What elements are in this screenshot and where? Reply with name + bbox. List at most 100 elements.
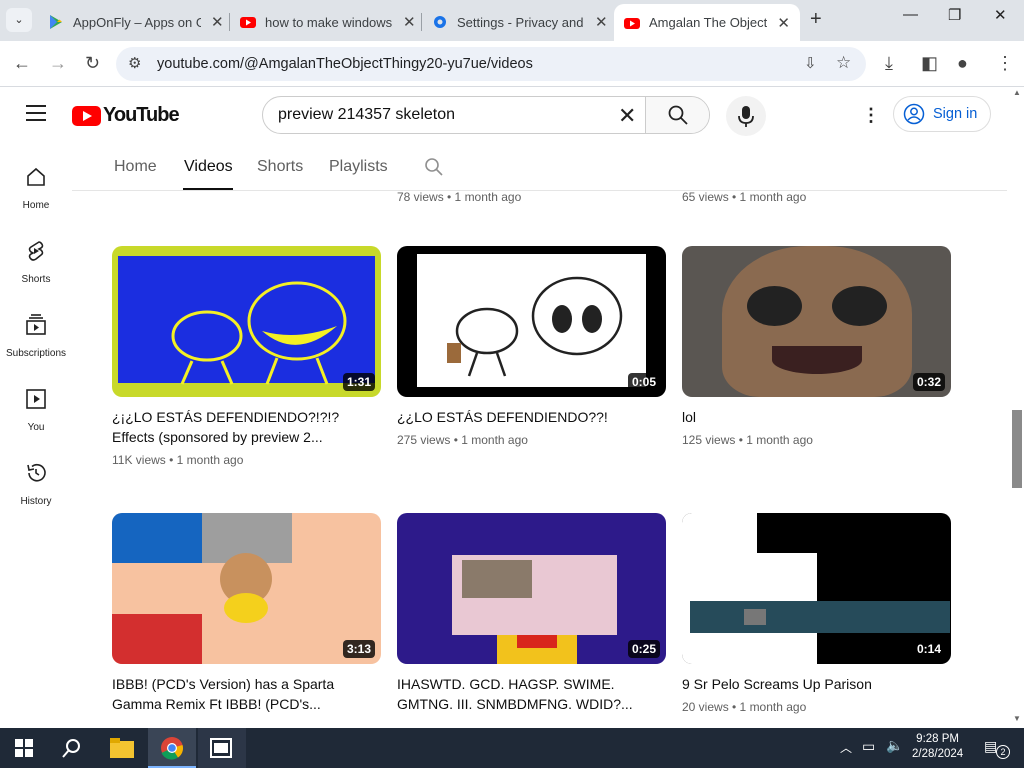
nav-label: History [20, 496, 52, 507]
browser-tab-apponfly[interactable]: AppOnFly – Apps on G ✕ [38, 6, 234, 38]
scrollbar-thumb[interactable] [1012, 410, 1022, 488]
clock-date: 2/28/2024 [912, 748, 964, 760]
back-arrow-icon[interactable]: ← [13, 53, 31, 74]
video-meta: 65 views • 1 month ago [682, 190, 807, 204]
home-icon [27, 167, 45, 186]
taskbar-video-app[interactable] [198, 728, 246, 768]
you-icon [26, 389, 46, 409]
close-tab-icon[interactable]: ✕ [211, 13, 224, 31]
new-tab-plus-icon[interactable]: + [810, 8, 822, 31]
sign-in-button[interactable]: Sign in [893, 96, 991, 132]
youtube-logo[interactable]: YouTube [72, 104, 180, 127]
profile-icon[interactable]: ● [957, 53, 968, 74]
install-app-icon[interactable]: ⇩ [804, 54, 817, 72]
video-card[interactable]: 3:13 IBBB! (PCD's Version) has a Sparta … [112, 513, 381, 720]
thumbnail-art [447, 276, 623, 377]
tab-title: AppOnFly – Apps on G [73, 14, 201, 30]
start-button[interactable] [0, 728, 48, 768]
tab-title: how to make windows [265, 14, 393, 30]
close-tab-icon[interactable]: ✕ [595, 13, 608, 31]
scroll-up-arrow-icon[interactable]: ▲ [1013, 88, 1021, 97]
nav-subscriptions[interactable]: Subscriptions [0, 313, 72, 359]
tab-search-chevron-icon[interactable]: ⌄ [6, 8, 32, 32]
video-title[interactable]: IBBB! (PCD's Version) has a Sparta Gamma… [112, 674, 381, 714]
video-title[interactable]: 9 Sr Pelo Screams Up Parison [682, 674, 951, 694]
nav-home[interactable]: Home [0, 165, 72, 211]
video-thumbnail[interactable]: 0:14 [682, 513, 951, 664]
downloads-icon[interactable]: ⤓ [885, 53, 893, 74]
site-info-icon[interactable]: ⚙ [128, 54, 141, 72]
video-duration: 0:14 [912, 640, 945, 658]
url-text: youtube.com/@AmgalanTheObjectThingy20-yu… [157, 56, 533, 72]
video-card[interactable]: 1:31 ¿¡¿LO ESTÁS DEFENDIENDO?!?!? Effect… [112, 246, 381, 467]
video-title[interactable]: IHASWTD. GCD. HAGSP. SWIME. GMTNG. III. … [397, 674, 666, 714]
youtube-logo-text: YouTube [103, 104, 180, 126]
video-thumbnail[interactable]: 0:05 [397, 246, 666, 397]
search-button[interactable] [645, 97, 709, 133]
video-title[interactable]: lol [682, 407, 951, 427]
channel-search-icon[interactable] [424, 157, 444, 177]
video-card[interactable]: 0:32 lol 125 views • 1 month ago [682, 246, 951, 447]
subscriptions-icon [26, 314, 46, 335]
video-card[interactable]: 0:05 ¿¿LO ESTÁS DEFENDIENDO??! 275 views… [397, 246, 666, 447]
folder-icon [110, 738, 134, 758]
tab-shorts[interactable]: Shorts [257, 158, 303, 176]
clear-search-icon[interactable]: ✕ [618, 103, 636, 129]
forward-arrow-icon[interactable]: → [49, 53, 67, 74]
tab-home[interactable]: Home [114, 158, 157, 176]
chrome-menu-icon[interactable]: ⋮ [996, 53, 1014, 74]
youtube-masthead: YouTube ✕ ⋮ Sign in [0, 88, 1010, 143]
browser-tab-amgalan-active[interactable]: Amgalan The Object T ✕ [614, 4, 800, 41]
side-panel-icon[interactable]: ◧ [921, 53, 938, 74]
settings-kebab-icon[interactable]: ⋮ [862, 105, 880, 126]
taskbar-chrome[interactable] [148, 728, 196, 768]
system-clock[interactable]: 9:28 PM 2/28/2024 [912, 732, 963, 762]
browser-tab-how-to-make-windows[interactable]: how to make windows ✕ [230, 6, 426, 38]
reload-icon[interactable]: ↻ [85, 53, 100, 74]
tab-playlists[interactable]: Playlists [329, 158, 388, 176]
nav-shorts[interactable]: Shorts [0, 239, 72, 285]
windows-taskbar: ︿ ▭ 🔈 9:28 PM 2/28/2024 ▤ 2 [0, 728, 1024, 768]
video-thumbnail[interactable]: 3:13 [112, 513, 381, 664]
video-thumbnail[interactable]: 1:31 [112, 246, 381, 397]
video-meta: 20 views • 1 month ago [682, 700, 807, 714]
search-input[interactable] [263, 97, 648, 133]
tab-videos[interactable]: Videos [184, 158, 233, 176]
search-icon [668, 105, 688, 125]
page-scrollbar[interactable]: ▲ ▼ [1010, 88, 1024, 728]
taskbar-file-explorer[interactable] [98, 728, 146, 768]
close-window-icon[interactable]: ✕ [994, 6, 1007, 24]
video-title[interactable]: ¿¡¿LO ESTÁS DEFENDIENDO?!?!? Effects (sp… [112, 407, 381, 447]
history-icon [27, 463, 46, 482]
close-tab-icon[interactable]: ✕ [777, 14, 790, 32]
browser-tab-settings[interactable]: Settings - Privacy and ✕ [422, 6, 618, 38]
video-thumbnail[interactable]: 0:32 [682, 246, 951, 397]
bookmark-star-icon[interactable]: ☆ [836, 53, 851, 73]
nav-you[interactable]: You [0, 387, 72, 433]
video-card[interactable]: 0:25 IHASWTD. GCD. HAGSP. SWIME. GMTNG. … [397, 513, 666, 720]
voice-search-button[interactable] [726, 96, 766, 136]
close-tab-icon[interactable]: ✕ [403, 13, 416, 31]
nav-label: Subscriptions [5, 348, 67, 359]
windows-logo-icon [15, 739, 33, 757]
play-store-icon [50, 15, 62, 29]
browser-tab-strip: ⌄ AppOnFly – Apps on G ✕ how to make win… [0, 0, 1024, 41]
taskbar-search-button[interactable] [48, 728, 96, 768]
show-hidden-icons-chevron-icon[interactable]: ︿ [840, 739, 852, 756]
video-card[interactable]: 0:14 9 Sr Pelo Screams Up Parison 20 vie… [682, 513, 951, 714]
volume-muted-icon[interactable]: 🔈 [886, 737, 903, 754]
minimize-icon[interactable]: — [903, 6, 918, 23]
tab-title: Settings - Privacy and [457, 14, 584, 30]
account-circle-icon [903, 103, 925, 125]
nav-history[interactable]: History [0, 461, 72, 507]
video-title[interactable]: ¿¿LO ESTÁS DEFENDIENDO??! [397, 407, 666, 427]
hamburger-menu-icon[interactable] [26, 105, 46, 126]
network-icon[interactable]: ▭ [862, 738, 875, 755]
restore-icon[interactable]: ❐ [948, 6, 961, 24]
video-thumbnail[interactable]: 0:25 [397, 513, 666, 664]
scroll-down-arrow-icon[interactable]: ▼ [1013, 714, 1021, 723]
nav-label: Home [22, 200, 50, 211]
microphone-icon [738, 106, 754, 127]
address-bar[interactable]: ⚙ youtube.com/@AmgalanTheObjectThingy20-… [116, 47, 866, 81]
video-meta: 11K views • 1 month ago [112, 453, 244, 467]
